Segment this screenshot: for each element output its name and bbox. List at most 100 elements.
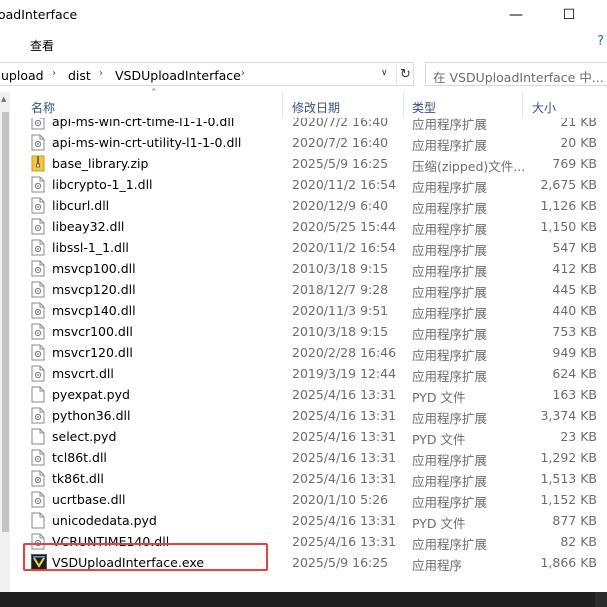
file-type: 应用程序 <box>412 558 463 573</box>
file-type: PYD 文件 <box>412 390 466 405</box>
breadcrumb-upload[interactable]: upload <box>1 68 44 83</box>
file-row[interactable]: pyexpat.pyd 2025/4/16 13:31 PYD 文件 163 KB <box>22 384 607 405</box>
breadcrumb-dist[interactable]: dist <box>68 68 91 83</box>
file-size: 624 KB <box>552 366 597 381</box>
dll-file-icon <box>31 239 45 256</box>
file-row[interactable]: msvcr120.dll 2020/2/28 16:46 应用程序扩展 949 KB <box>22 342 607 363</box>
file-size: 440 KB <box>552 303 597 318</box>
address-bar[interactable]: upload › dist › VSDUploadInterface › ∨ ↻ <box>0 62 414 86</box>
file-type: 应用程序扩展 <box>412 453 488 468</box>
file-name: python36.dll <box>52 408 131 423</box>
file-row[interactable]: base_library.zip 2025/5/9 16:25 压缩(zipped)… <box>22 153 607 174</box>
file-modified-date: 2018/12/7 9:28 <box>292 282 389 297</box>
file-name: tcl86t.dll <box>52 450 107 465</box>
file-size: 547 KB <box>552 240 597 255</box>
sort-ascending-icon: ⌃ <box>150 88 158 98</box>
file-modified-date: 2019/3/19 12:44 <box>292 366 397 381</box>
file-row[interactable]: tcl86t.dll 2025/4/16 13:31 应用程序扩展 1,292 KB <box>22 447 607 468</box>
file-size: 2,675 KB <box>540 177 597 192</box>
file-row[interactable]: python36.dll 2025/4/16 13:31 应用程序扩展 3,374 K… <box>22 405 607 426</box>
scroll-up-icon[interactable]: ▲ <box>1 95 6 103</box>
file-row[interactable]: libssl-1_1.dll 2020/11/2 16:54 应用程序扩展 547 K… <box>22 237 607 258</box>
file-modified-date: 2010/3/18 9:15 <box>292 261 389 276</box>
file-name: libeay32.dll <box>52 219 125 234</box>
file-size: 877 KB <box>552 513 597 528</box>
file-size: 23 KB <box>560 429 597 444</box>
column-header-type[interactable]: 类型 <box>412 99 436 116</box>
file-type: PYD 文件 <box>412 516 466 531</box>
file-row[interactable]: libcrypto-1_1.dll 2020/11/2 16:54 应用程序扩展 2,… <box>22 174 607 195</box>
file-modified-date: 2025/4/16 13:31 <box>292 429 397 444</box>
title-bar: oadInterface — ☐ <box>0 0 607 30</box>
file-row[interactable]: api-ms-win-crt-time-l1-1-0.dll 2020/7/2 1… <box>22 118 607 132</box>
breadcrumb-chevron-icon: › <box>99 68 103 79</box>
file-row[interactable]: msvcrt.dll 2019/3/19 12:44 应用程序扩展 624 KB <box>22 363 607 384</box>
column-divider[interactable] <box>522 92 523 118</box>
search-input[interactable]: 在 VSDUploadInterface 中... <box>425 62 607 86</box>
column-header-size[interactable]: 大小 <box>532 99 556 116</box>
file-size: 1,866 KB <box>540 555 597 570</box>
address-dropdown-icon[interactable]: ∨ <box>381 68 388 78</box>
file-size: 1,292 KB <box>540 450 597 465</box>
dll-file-icon <box>31 407 45 424</box>
address-row: upload › dist › VSDUploadInterface › ∨ ↻… <box>0 58 607 92</box>
highlight-box <box>23 543 268 571</box>
dll-file-icon <box>31 134 45 151</box>
file-type: 应用程序扩展 <box>412 495 488 510</box>
file-name: msvcrt.dll <box>52 366 114 381</box>
window-title: oadInterface <box>0 7 78 22</box>
file-modified-date: 2020/11/2 16:54 <box>292 240 397 255</box>
breadcrumb-vsduploadinterface[interactable]: VSDUploadInterface <box>115 68 241 83</box>
column-header-date[interactable]: 修改日期 <box>292 99 340 116</box>
file-type: 应用程序扩展 <box>412 474 488 489</box>
file-row[interactable]: msvcp140.dll 2020/11/3 9:51 应用程序扩展 440 KB <box>22 300 607 321</box>
file-size: 1,150 KB <box>540 219 597 234</box>
column-divider[interactable] <box>403 92 404 118</box>
file-size: 3,374 KB <box>540 408 597 423</box>
file-name: msvcr120.dll <box>52 345 133 360</box>
file-modified-date: 2025/4/16 13:31 <box>292 450 397 465</box>
file-row[interactable]: api-ms-win-crt-utility-l1-1-0.dll 2020/7/… <box>22 132 607 153</box>
column-header-name[interactable]: 名称 <box>31 99 55 116</box>
file-type: PYD 文件 <box>412 432 466 447</box>
file-list-pane: ▲ ⌃ 名称 修改日期 类型 大小 api-ms-win-crt-time-l1… <box>0 88 607 602</box>
file-name: msvcr100.dll <box>52 324 133 339</box>
breadcrumb-chevron-icon[interactable]: › <box>241 68 245 79</box>
generic-file-icon <box>31 512 45 529</box>
file-row[interactable]: msvcp100.dll 2010/3/18 9:15 应用程序扩展 412 KB <box>22 258 607 279</box>
maximize-button[interactable]: ☐ <box>546 0 592 30</box>
file-type: 应用程序扩展 <box>412 306 488 321</box>
file-modified-date: 2025/4/16 13:31 <box>292 471 397 486</box>
refresh-icon[interactable]: ↻ <box>396 65 414 85</box>
file-row[interactable]: msvcp120.dll 2018/12/7 9:28 应用程序扩展 445 KB <box>22 279 607 300</box>
file-type: 应用程序扩展 <box>412 138 488 153</box>
search-placeholder: 在 VSDUploadInterface 中... <box>433 70 604 85</box>
file-row[interactable]: ucrtbase.dll 2020/1/10 5:26 应用程序扩展 1,152 KB <box>22 489 607 510</box>
file-row[interactable]: select.pyd 2025/4/16 13:31 PYD 文件 23 KB <box>22 426 607 447</box>
dll-file-icon <box>31 344 45 361</box>
file-size: 753 KB <box>552 324 597 339</box>
dll-file-icon <box>31 218 45 235</box>
file-name: libssl-1_1.dll <box>52 240 129 255</box>
file-size: 412 KB <box>552 261 597 276</box>
file-name: unicodedata.pyd <box>52 513 157 528</box>
file-row[interactable]: libeay32.dll 2020/5/25 15:44 应用程序扩展 1,150 K… <box>22 216 607 237</box>
file-row[interactable]: unicodedata.pyd 2025/4/16 13:31 PYD 文件 877 … <box>22 510 607 531</box>
file-name: ucrtbase.dll <box>52 492 126 507</box>
minimize-button[interactable]: — <box>493 0 539 30</box>
file-modified-date: 2020/11/3 9:51 <box>292 303 389 318</box>
dll-file-icon <box>31 176 45 193</box>
column-divider[interactable] <box>282 92 283 118</box>
file-type: 应用程序扩展 <box>412 285 488 300</box>
help-icon[interactable]: ? <box>597 34 604 49</box>
file-size: 1,152 KB <box>540 492 597 507</box>
file-row[interactable]: tk86t.dll 2025/4/16 13:31 应用程序扩展 1,513 KB <box>22 468 607 489</box>
file-modified-date: 2020/7/2 16:40 <box>292 118 389 129</box>
file-type: 应用程序扩展 <box>412 348 488 363</box>
tab-view[interactable]: 查看 <box>30 37 54 54</box>
file-type: 应用程序扩展 <box>412 264 488 279</box>
file-name: msvcp120.dll <box>52 282 136 297</box>
file-row[interactable]: libcurl.dll 2020/12/9 6:40 应用程序扩展 1,126 KB <box>22 195 607 216</box>
file-row[interactable]: msvcr100.dll 2010/3/18 9:15 应用程序扩展 753 KB <box>22 321 607 342</box>
resize-grip[interactable] <box>595 592 607 607</box>
